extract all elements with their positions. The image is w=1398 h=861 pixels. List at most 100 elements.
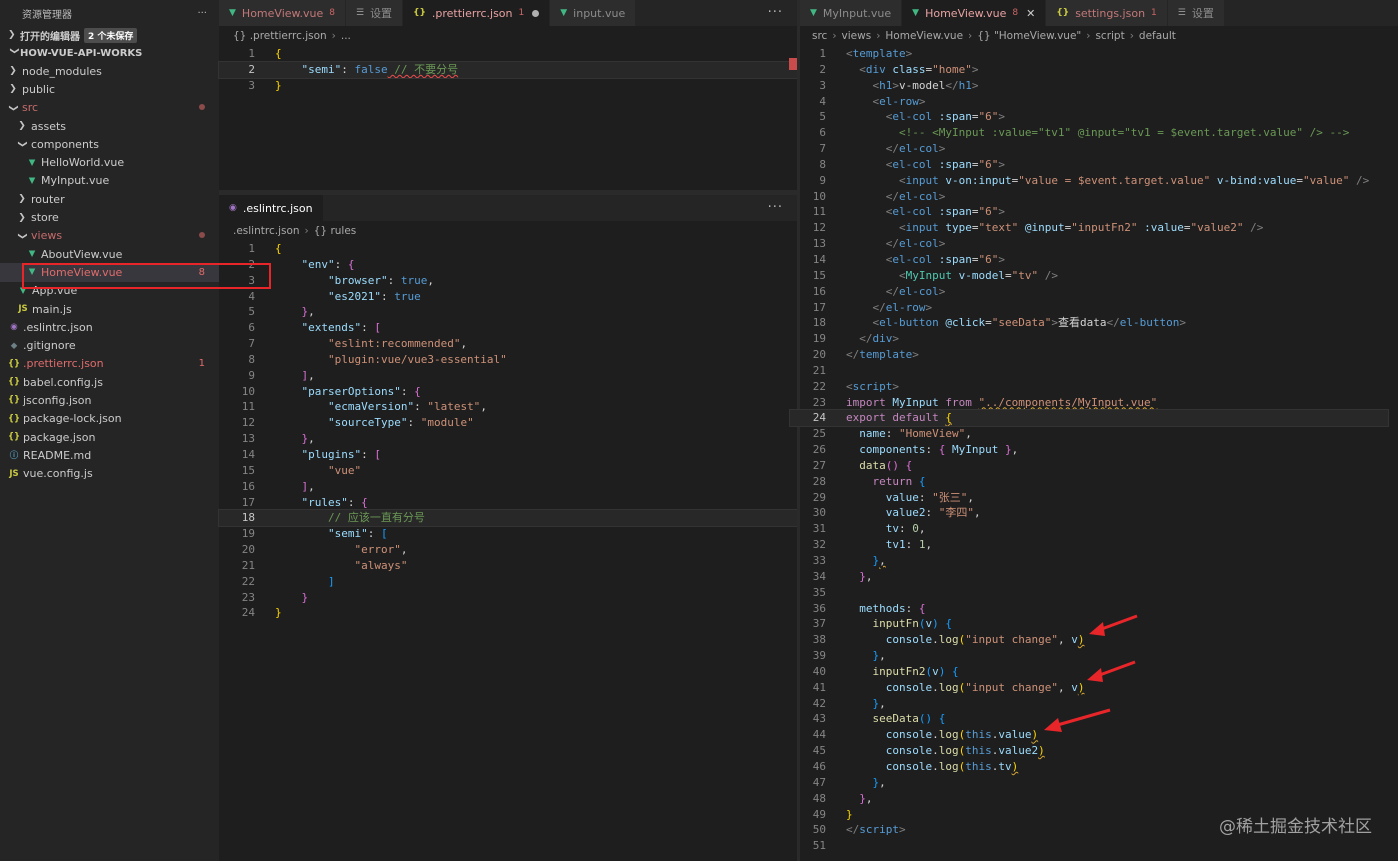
code-token: el-button <box>879 316 939 330</box>
breadcrumb-item[interactable]: ... <box>341 30 351 42</box>
tree-item[interactable]: {} babel.config.js <box>0 373 219 391</box>
code-line: 25 name: "HomeView", <box>790 426 1388 442</box>
tree-item[interactable]: {} package-lock.json <box>0 410 219 428</box>
breadcrumb-item[interactable]: {} .prettierrc.json <box>233 30 327 42</box>
code-token: { <box>951 664 959 678</box>
line-number: 7 <box>248 337 255 351</box>
code-token: : <box>899 522 913 536</box>
code-token: > <box>905 47 913 60</box>
tree-item-label: .eslintrc.json <box>23 320 93 334</box>
explorer-more-icon[interactable]: ··· <box>197 8 207 19</box>
breadcrumb-item[interactable]: .eslintrc.json <box>233 225 300 237</box>
breadcrumb-item[interactable]: src <box>812 30 827 42</box>
code-line: 17 "rules": { <box>219 495 797 511</box>
tree-item[interactable]: ❯ views <box>0 227 219 245</box>
breadcrumb-item[interactable]: {} "HomeView.vue" <box>977 30 1081 42</box>
tree-item[interactable]: ▼ HelloWorld.vue <box>0 153 219 171</box>
editor-tab[interactable]: ◉ .eslintrc.json <box>219 195 324 221</box>
line-number: 16 <box>241 479 255 493</box>
project-section[interactable]: ❯ HOW-VUE-API-WORKS <box>0 44 219 62</box>
code-token: , <box>308 368 315 382</box>
tree-item[interactable]: ◆ .gitignore <box>0 336 219 354</box>
code-editor[interactable]: 1{2 "env": {3 "browser": true, 4 "es2021"… <box>218 241 798 621</box>
breadcrumb-item[interactable]: default <box>1139 30 1176 42</box>
tree-item[interactable]: JS vue.config.js <box>0 465 219 483</box>
editor-tab[interactable]: ☰ 设置 <box>345 0 404 26</box>
tree-item[interactable]: {} jsconfig.json <box>0 391 219 409</box>
editor-tab[interactable]: ▼ HomeView.vue 8 ✕ <box>902 0 1047 26</box>
tree-item[interactable]: ▼ MyInput.vue <box>0 172 219 190</box>
code-line: 5 }, <box>219 304 797 320</box>
tree-item-label: .prettierrc.json <box>23 357 104 371</box>
code-line: 3 "browser": true, <box>219 273 797 289</box>
code-line: 3 <h1>v-model</h1> <box>790 78 1388 94</box>
breadcrumb: src › views › HomeView.vue › {} "HomeView.vue"… <box>800 26 1398 46</box>
code-token: , <box>1011 443 1019 457</box>
tree-item[interactable]: ▼ AboutView.vue <box>0 245 219 263</box>
code-token: h1 <box>958 78 972 92</box>
tree-item[interactable]: {} .prettierrc.json 1 <box>0 355 219 373</box>
open-editors-section[interactable]: ❯ 打开的编辑器 2 个未保存 <box>0 26 219 44</box>
tree-item[interactable]: ❯ components <box>0 135 219 153</box>
code-line: 4 "es2021": true <box>219 289 797 305</box>
line-number: 2 <box>819 62 826 76</box>
tree-item[interactable]: ❯ router <box>0 190 219 208</box>
code-line: 9 ], <box>219 368 797 384</box>
json-file-icon: {} <box>8 432 21 443</box>
tree-item[interactable]: ◉ .eslintrc.json <box>0 318 219 336</box>
tree-item[interactable]: ❯ src <box>0 99 219 117</box>
editor-tab[interactable]: ▼ MyInput.vue <box>800 0 903 26</box>
code-token: , <box>925 538 933 552</box>
chevron-right-icon: › <box>1086 30 1091 42</box>
tree-item[interactable]: ❯ node_modules <box>0 62 219 80</box>
breadcrumb-item[interactable]: {} rules <box>314 225 357 237</box>
tree-item[interactable]: JS main.js <box>0 300 219 318</box>
tree-item[interactable]: ❯ store <box>0 208 219 226</box>
tree-item-label: .gitignore <box>23 339 76 353</box>
editor-tab[interactable]: ▼ HomeView.vue 8 <box>219 0 346 26</box>
code-token: </ <box>1106 316 1120 330</box>
breadcrumb-item[interactable]: script <box>1095 30 1124 42</box>
editor-tab[interactable]: ▼ input.vue <box>550 0 637 26</box>
tree-item-label: main.js <box>32 302 72 316</box>
code-token: ) <box>1031 728 1039 742</box>
tree-item[interactable]: {} package.json <box>0 428 219 446</box>
tree-item[interactable]: ⓘ README.md <box>0 446 219 464</box>
code-token: "latest" <box>427 400 481 414</box>
editor-tab[interactable]: ☰ 设置 <box>1167 0 1225 26</box>
code-token: : <box>367 527 381 541</box>
code-line: 14 <el-col :span="6"> <box>790 252 1388 268</box>
more-actions-icon[interactable]: ··· <box>768 5 783 20</box>
line-number: 22 <box>812 379 826 393</box>
code-editor[interactable]: 1{2 "semi": false // 不要分号 3} <box>218 46 798 94</box>
problem-count-badge: 1 <box>1151 8 1157 18</box>
tree-item[interactable]: ❯ public <box>0 80 219 98</box>
code-token: . <box>932 633 939 647</box>
code-line: 45 console.log(this.value2) <box>790 743 1388 759</box>
code-token: "module" <box>420 416 474 430</box>
tree-item[interactable]: ❯ assets <box>0 117 219 135</box>
line-number: 13 <box>241 432 255 446</box>
line-number: 24 <box>812 411 826 425</box>
breadcrumb-item[interactable]: HomeView.vue <box>885 30 963 42</box>
editor-tab[interactable]: {} .prettierrc.json 1 <box>403 0 551 26</box>
tree-item-label: public <box>22 82 56 96</box>
breadcrumb-item[interactable]: views <box>842 30 872 42</box>
code-token: , <box>879 775 886 789</box>
unsaved-dot-icon[interactable] <box>532 9 540 17</box>
code-token: el-col <box>899 284 939 298</box>
code-token: , <box>879 649 886 663</box>
close-icon[interactable]: ✕ <box>1026 7 1035 20</box>
line-number: 19 <box>812 332 826 346</box>
editor-tab[interactable]: {} settings.json 1 <box>1046 0 1168 26</box>
more-actions-icon[interactable]: ··· <box>768 200 783 215</box>
code-token: input <box>905 173 939 187</box>
line-number: 17 <box>812 300 826 314</box>
git-file-icon: ◆ <box>10 340 18 351</box>
